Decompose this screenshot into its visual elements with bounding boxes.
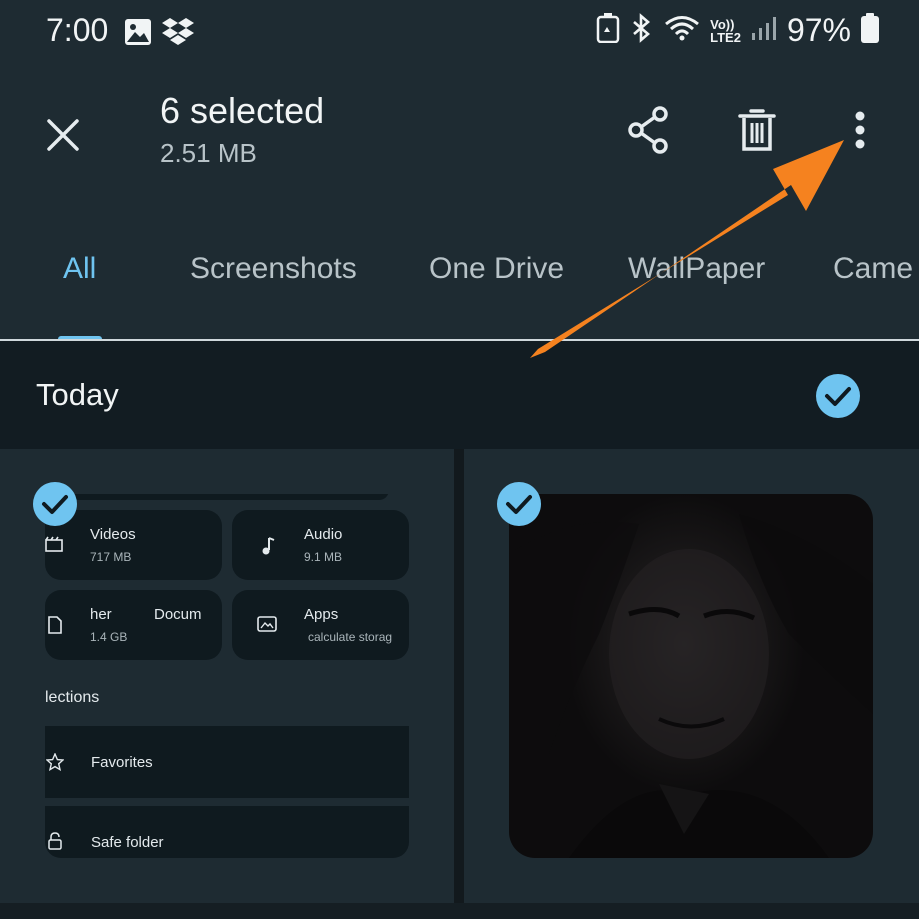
annotation-arrow-icon [530, 140, 844, 358]
photo-select-checkbox[interactable] [496, 481, 542, 527]
photo-select-checkbox[interactable] [32, 481, 78, 527]
check-circle-icon [497, 482, 541, 526]
check-circle-icon [33, 482, 77, 526]
